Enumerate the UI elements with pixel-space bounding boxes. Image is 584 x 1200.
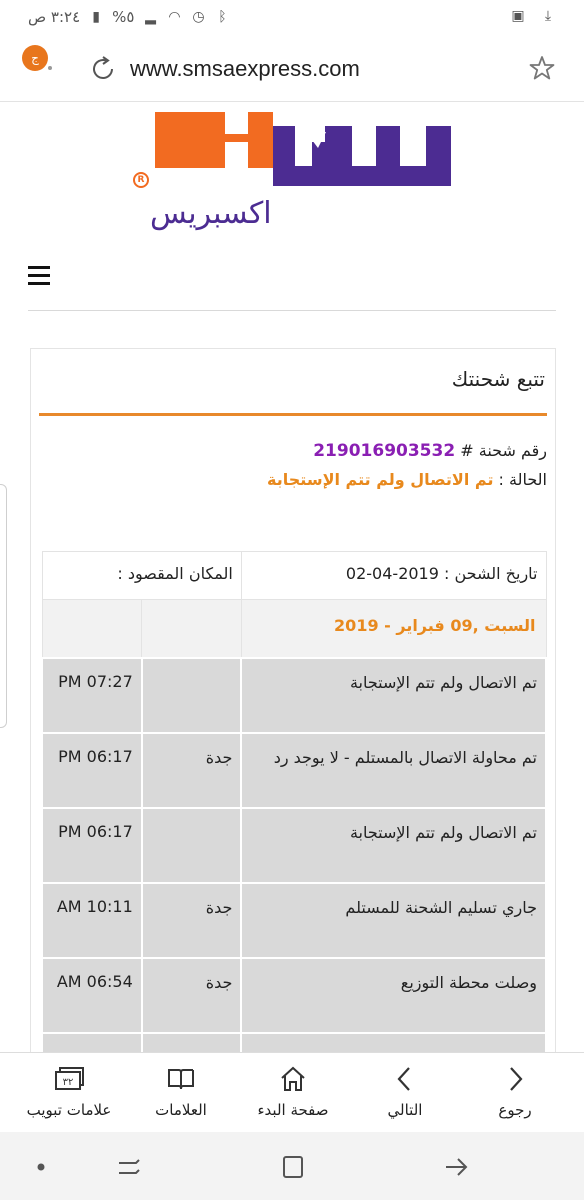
tracking-table: تاريخ الشحن : 2019-04-02 المكان المقصود …: [41, 551, 547, 1087]
event-desc: وصلت محطة التوزيع: [240, 956, 547, 1034]
url-bar: ج www.smsaexpress.com: [0, 36, 584, 102]
event-time: 06:54 AM: [41, 956, 143, 1034]
logo-area: R اكسبريس: [0, 106, 584, 246]
home-label: صفحة البدء: [257, 1101, 329, 1119]
title-underline: [39, 413, 547, 416]
event-location: جدة: [140, 956, 243, 1034]
extension-dot: [48, 66, 52, 70]
bookmarks-button[interactable]: العلامات: [126, 1063, 236, 1119]
date-row: السبت ,09 فبراير - 2019: [41, 599, 547, 658]
status-value: تم الاتصال ولم تتم الإستجابة: [267, 470, 494, 489]
status-left: ٣:٢٤ ص ▮ %٥ ▂ ◠ ◷ ᛒ: [28, 8, 230, 26]
browser-toolbar: رجوع التالي صفحة البدء العلامات ٣٢ علاما…: [0, 1052, 584, 1132]
event-desc: تم محاولة الاتصال بالمستلم - لا يوجد رد: [240, 731, 547, 809]
tabs-icon: ٣٢: [14, 1063, 124, 1095]
divider: [28, 310, 556, 311]
date-row-empty: [141, 599, 242, 658]
back-button[interactable]: رجوع: [460, 1063, 570, 1119]
battery-percent: %٥: [112, 8, 135, 26]
home-nav-icon[interactable]: [278, 1152, 308, 1182]
chevron-right-icon: [460, 1063, 570, 1095]
reload-icon[interactable]: [88, 54, 118, 84]
alarm-icon: ◷: [192, 9, 205, 25]
event-time: 10:11 AM: [41, 881, 143, 959]
table-row: تم الاتصال ولم تتم الإستجابة 07:27 PM: [41, 656, 547, 734]
status-bar: ٣:٢٤ ص ▮ %٥ ▂ ◠ ◷ ᛒ ▣ ⤓: [0, 0, 584, 36]
tabs-label: علامات تبويب: [26, 1101, 112, 1119]
date-header: السبت ,09 فبراير - 2019: [240, 599, 547, 658]
chevron-left-icon: [350, 1063, 460, 1095]
event-desc: تم الاتصال ولم تتم الإستجابة: [240, 656, 547, 734]
tracking-panel: تتبع شحنتك رقم شحنة # 219016903532 الحال…: [30, 348, 556, 1088]
forward-button[interactable]: التالي: [350, 1063, 460, 1119]
screenshot-icon: ▣: [511, 8, 525, 24]
hamburger-menu-icon[interactable]: [28, 266, 50, 286]
table-header-row: تاريخ الشحن : 2019-04-02 المكان المقصود …: [41, 551, 547, 600]
logo-subtitle: اكسبريس: [150, 196, 272, 231]
registered-mark: R: [133, 172, 149, 188]
edge-panel-handle[interactable]: [0, 484, 7, 728]
status-right: ▣ ⤓: [510, 8, 556, 24]
back-nav-icon[interactable]: [442, 1152, 472, 1182]
event-time: 06:17 PM: [41, 806, 143, 884]
home-icon: [238, 1063, 348, 1095]
event-time: 06:17 PM: [41, 731, 143, 809]
android-nav-bar: [0, 1132, 584, 1200]
event-desc: تم الاتصال ولم تتم الإستجابة: [240, 806, 547, 884]
extension-badge[interactable]: ج: [22, 45, 48, 71]
event-location: جدة: [140, 731, 243, 809]
tabs-count: ٣٢: [63, 1077, 74, 1088]
status-line: الحالة : تم الاتصال ولم تتم الإستجابة: [267, 470, 547, 489]
home-button[interactable]: صفحة البدء: [238, 1063, 348, 1119]
signal-icon: ▂: [145, 9, 156, 25]
wifi-icon: ◠: [168, 9, 181, 25]
url-text[interactable]: www.smsaexpress.com: [130, 56, 360, 82]
forward-label: التالي: [387, 1101, 423, 1119]
recents-icon[interactable]: [114, 1152, 144, 1182]
awb-line: رقم شحنة # 219016903532: [313, 441, 547, 461]
awb-number: 219016903532: [313, 441, 456, 461]
destination: المكان المقصود :: [41, 551, 242, 600]
status-label: الحالة :: [493, 470, 547, 489]
bookmark-star-icon[interactable]: [528, 54, 556, 82]
table-row: وصلت محطة التوزيع جدة 06:54 AM: [41, 956, 547, 1034]
bookmarks-label: العلامات: [155, 1101, 207, 1119]
dot-icon[interactable]: [26, 1152, 56, 1182]
event-location: [140, 806, 243, 884]
bluetooth-icon: ᛒ: [218, 9, 227, 25]
back-label: رجوع: [498, 1101, 532, 1119]
table-row: جاري تسليم الشحنة للمستلم جدة 10:11 AM: [41, 881, 547, 959]
table-row: تم الاتصال ولم تتم الإستجابة 06:17 PM: [41, 806, 547, 884]
book-icon: [126, 1063, 236, 1095]
awb-label: رقم شحنة #: [455, 441, 547, 460]
event-location: [140, 656, 243, 734]
date-row-empty: [41, 599, 143, 658]
battery-icon: ▮: [92, 9, 100, 25]
clock: ٣:٢٤ ص: [28, 8, 81, 26]
event-location: جدة: [140, 881, 243, 959]
smsa-logo[interactable]: [130, 108, 460, 194]
ship-date: تاريخ الشحن : 2019-04-02: [240, 551, 547, 600]
event-time: 07:27 PM: [41, 656, 143, 734]
download-icon: ⤓: [544, 8, 552, 24]
panel-title: تتبع شحنتك: [451, 367, 545, 391]
event-desc: جاري تسليم الشحنة للمستلم: [240, 881, 547, 959]
table-row: تم محاولة الاتصال بالمستلم - لا يوجد رد …: [41, 731, 547, 809]
tabs-button[interactable]: ٣٢ علامات تبويب: [14, 1063, 124, 1119]
